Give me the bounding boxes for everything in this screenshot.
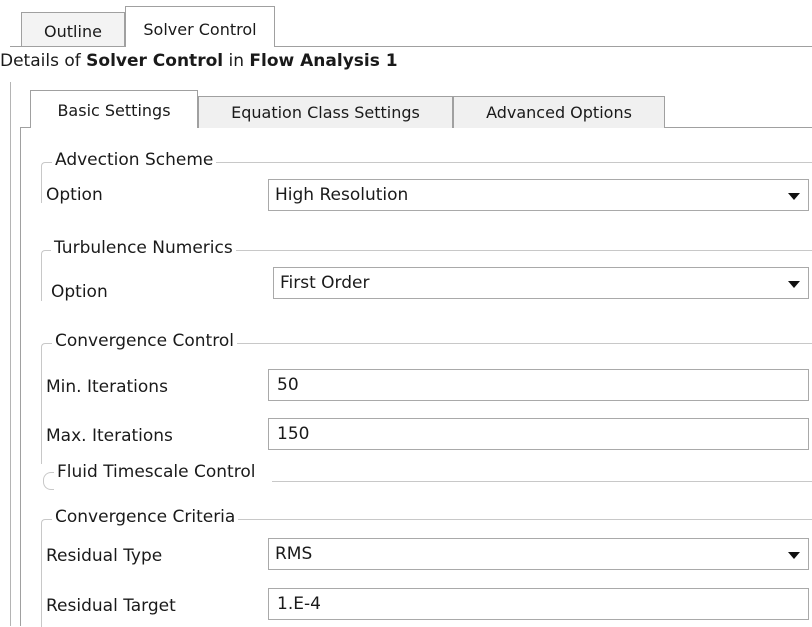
advection-option-label: Option <box>46 185 103 205</box>
residual-type-label: Residual Type <box>46 546 163 566</box>
max-iterations-value: 150 <box>277 424 310 444</box>
tab-equation-class-settings[interactable]: Equation Class Settings <box>198 96 453 128</box>
fluid-timescale-control-label[interactable]: Fluid Timescale Control <box>55 462 258 482</box>
residual-target-input[interactable]: 1.E-4 <box>268 588 809 620</box>
turbulence-option-label: Option <box>51 282 108 302</box>
fluid-timescale-divider <box>272 481 812 482</box>
tab-basic-settings[interactable]: Basic Settings <box>30 90 198 128</box>
min-iterations-label: Min. Iterations <box>46 377 168 397</box>
turbulence-numerics-title: Turbulence Numerics <box>51 238 236 258</box>
tab-solver-control[interactable]: Solver Control <box>125 6 275 47</box>
advection-option-select[interactable]: High Resolution <box>268 179 809 211</box>
details-header: Details of Solver Control in Flow Analys… <box>0 51 398 71</box>
chevron-down-icon <box>788 552 800 559</box>
min-iterations-value: 50 <box>277 375 299 395</box>
details-middle: in <box>223 51 250 71</box>
advection-scheme-title: Advection Scheme <box>52 150 217 170</box>
details-prefix: Details of <box>0 51 87 71</box>
turbulence-option-select[interactable]: First Order <box>273 267 809 299</box>
tab-solver-control-label: Solver Control <box>143 20 257 39</box>
tab-advanced-options[interactable]: Advanced Options <box>453 96 665 128</box>
details-object: Solver Control <box>86 51 224 71</box>
turbulence-option-value: First Order <box>280 273 370 293</box>
convergence-criteria-title: Convergence Criteria <box>52 507 239 527</box>
chevron-down-icon <box>788 281 800 288</box>
chevron-down-icon <box>788 193 800 200</box>
tab-outline[interactable]: Outline <box>21 12 125 46</box>
fluid-timescale-bracket <box>43 472 54 490</box>
tab-basic-settings-label: Basic Settings <box>57 101 171 120</box>
tab-equation-class-settings-label: Equation Class Settings <box>231 103 420 122</box>
tab-advanced-options-label: Advanced Options <box>486 103 632 122</box>
min-iterations-input[interactable]: 50 <box>268 369 809 401</box>
residual-type-value: RMS <box>275 544 313 564</box>
max-iterations-label: Max. Iterations <box>46 426 173 446</box>
tab-outline-label: Outline <box>44 22 102 41</box>
residual-type-select[interactable]: RMS <box>268 538 809 570</box>
residual-target-value: 1.E-4 <box>277 594 321 614</box>
details-parent: Flow Analysis 1 <box>249 51 398 71</box>
max-iterations-input[interactable]: 150 <box>268 418 809 450</box>
convergence-control-title: Convergence Control <box>52 331 237 351</box>
advection-option-value: High Resolution <box>275 185 409 205</box>
residual-target-label: Residual Target <box>46 596 176 616</box>
